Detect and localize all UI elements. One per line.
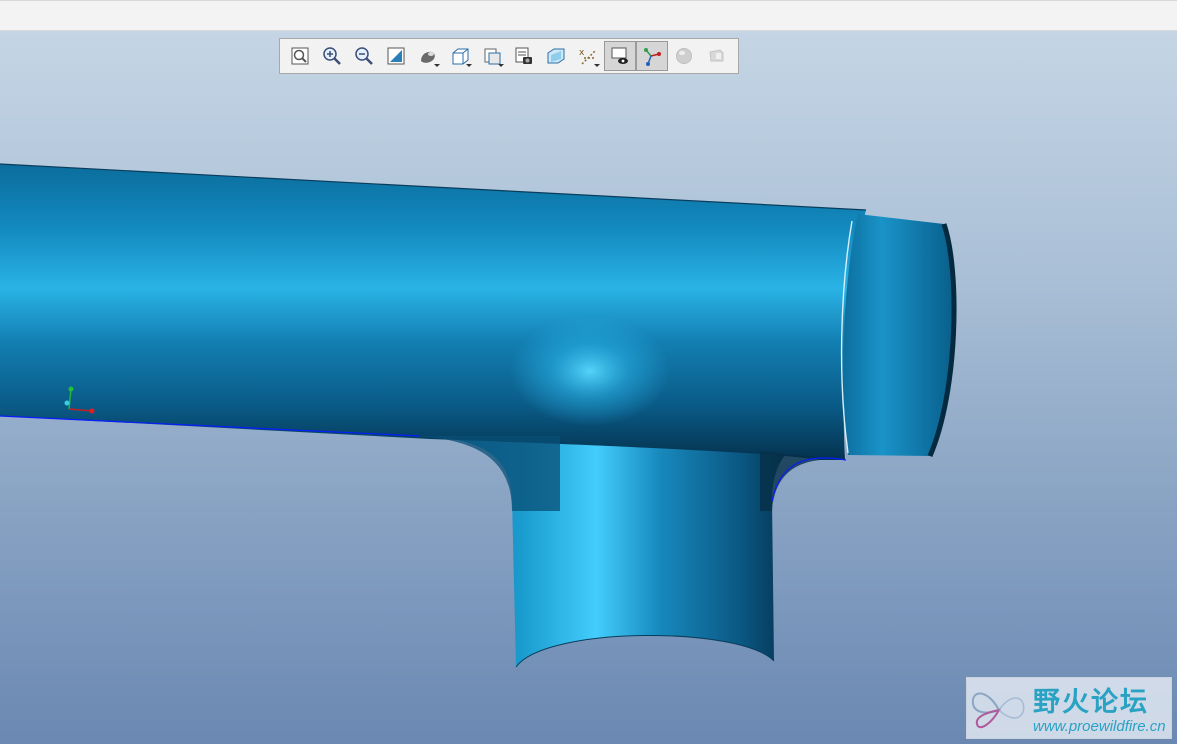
watermark-url: www.proewildfire.cn <box>1033 718 1166 735</box>
graphics-viewport[interactable] <box>0 31 1177 744</box>
refit-button[interactable] <box>284 41 316 71</box>
pipe-end-collar <box>843 214 954 456</box>
disabled-tool-icon <box>709 49 724 62</box>
view-toolbar: x <box>279 38 739 74</box>
saved-orientations-button[interactable] <box>444 41 476 71</box>
saved-orientations-icon <box>452 48 469 65</box>
butterfly-logo-icon <box>971 692 1025 729</box>
forum-watermark: 野火论坛 www.proewildfire.cn <box>966 677 1172 739</box>
section-icon <box>547 48 565 64</box>
junction-highlight <box>510 316 670 426</box>
main-pipe <box>0 164 866 460</box>
perspective-button[interactable] <box>508 41 540 71</box>
datum-display-button[interactable]: x <box>572 41 604 71</box>
view-manager-icon <box>484 48 501 65</box>
annotation-display-icon <box>611 47 628 64</box>
spin-center-icon <box>644 48 661 66</box>
display-style-icon <box>421 51 435 63</box>
refit-zoom-icon <box>291 47 309 65</box>
spin-center-button[interactable] <box>636 41 668 71</box>
branch-pipe <box>430 436 800 667</box>
repaint-button[interactable] <box>380 41 412 71</box>
zoom-in-button[interactable] <box>316 41 348 71</box>
svg-text:x: x <box>579 48 585 58</box>
appearance-button[interactable] <box>668 41 700 71</box>
appearance-sphere-icon <box>676 48 692 64</box>
section-button[interactable] <box>540 41 572 71</box>
display-style-button[interactable] <box>412 41 444 71</box>
fillet-blend <box>420 436 560 511</box>
pipe-tee-model[interactable] <box>0 31 1177 744</box>
zoom-out-button[interactable] <box>348 41 380 71</box>
disabled-tool-button[interactable] <box>700 41 732 71</box>
view-manager-button[interactable] <box>476 41 508 71</box>
zoom-out-icon <box>355 47 373 65</box>
watermark-title: 野火论坛 <box>1033 687 1149 718</box>
datum-display-icon: x <box>579 48 596 65</box>
perspective-icon <box>515 47 532 64</box>
window-top-bar <box>0 0 1177 31</box>
annotation-display-button[interactable] <box>604 41 636 71</box>
repaint-icon <box>387 47 405 65</box>
zoom-in-icon <box>323 47 341 65</box>
